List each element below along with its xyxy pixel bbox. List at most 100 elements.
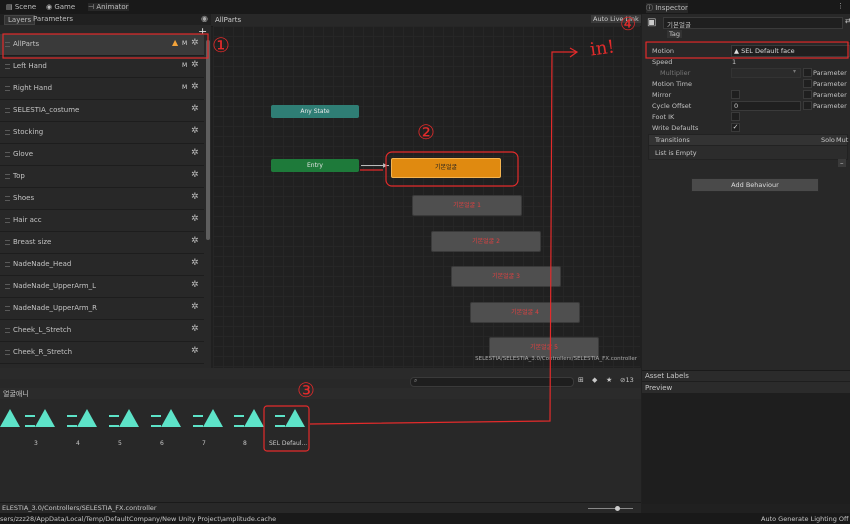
drag-handle-icon[interactable] <box>5 240 10 245</box>
multiplier-param-checkbox[interactable] <box>803 68 812 77</box>
layer-name: SELESTIA_costume <box>13 106 80 114</box>
tab-inspector[interactable]: ⓘ Inspector <box>646 3 688 13</box>
anim-clip-asset[interactable] <box>191 409 227 449</box>
state-name-value: 기본얼굴 <box>667 21 691 29</box>
gear-icon[interactable]: ✲ <box>191 170 199 180</box>
gear-icon[interactable]: ✲ <box>191 82 199 92</box>
tab-parameters[interactable]: Parameters <box>30 15 76 23</box>
layer-row[interactable]: Top ✲ <box>0 166 204 188</box>
annotation-number-1: ① <box>212 33 230 57</box>
mirror-checkbox[interactable] <box>731 90 740 99</box>
tab-scene[interactable]: ▤ Scene <box>6 3 36 11</box>
hidden-count[interactable]: ⊘13 <box>620 376 634 384</box>
drag-handle-icon[interactable] <box>5 196 10 201</box>
asset-label: 7 <box>202 440 206 447</box>
multiplier-dropdown[interactable] <box>731 68 801 78</box>
layer-row[interactable]: NadeNade_UpperArm_R ✲ <box>0 298 204 320</box>
drag-handle-icon[interactable] <box>5 328 10 333</box>
gear-icon[interactable]: ✲ <box>191 192 199 202</box>
anim-clip-asset[interactable] <box>0 409 24 449</box>
gear-icon[interactable]: ✲ <box>191 126 199 136</box>
drag-handle-icon[interactable] <box>5 218 10 223</box>
tab-animator[interactable]: ⊣ Animator <box>88 3 129 11</box>
state-node[interactable]: 기본얼굴 3 <box>451 266 561 287</box>
gear-icon[interactable]: ✲ <box>191 104 199 114</box>
anim-clip-asset[interactable] <box>232 409 268 449</box>
state-node[interactable]: 기본얼굴 1 <box>412 195 522 216</box>
layer-row[interactable]: Breast size ✲ <box>0 232 204 254</box>
label-icon[interactable]: ◆ <box>592 376 597 384</box>
default-state-node[interactable]: 기본얼굴 <box>391 158 501 178</box>
cycle-offset-param-checkbox[interactable] <box>803 101 812 110</box>
drag-handle-icon[interactable] <box>5 262 10 267</box>
anim-clip-asset[interactable] <box>23 409 59 449</box>
drag-handle-icon[interactable] <box>5 306 10 311</box>
gear-icon[interactable]: ✲ <box>191 302 199 312</box>
layers-scrollbar[interactable] <box>206 40 210 240</box>
filter-icon[interactable]: ⊞ <box>578 376 584 384</box>
gear-icon[interactable]: ✲ <box>191 236 199 246</box>
inspector-settings-icon[interactable]: ⇄ <box>845 17 850 25</box>
add-behaviour-button[interactable]: Add Behaviour <box>691 178 819 192</box>
drag-handle-icon[interactable] <box>5 284 10 289</box>
layer-row[interactable]: Stocking ✲ <box>0 122 204 144</box>
layer-row[interactable]: Left Hand M ✲ <box>0 56 204 78</box>
anim-clip-asset[interactable] <box>107 409 143 449</box>
anim-clip-asset[interactable] <box>149 409 185 449</box>
state-node[interactable]: 기본얼굴 2 <box>431 231 541 252</box>
gear-icon[interactable]: ✲ <box>191 324 199 334</box>
drag-handle-icon[interactable] <box>5 108 10 113</box>
layer-row[interactable]: Cheek_L_Stretch ✲ <box>0 320 204 342</box>
gear-icon[interactable]: ✲ <box>191 60 199 70</box>
drag-handle-icon[interactable] <box>5 86 10 91</box>
layer-row[interactable]: NadeNade_Head ✲ <box>0 254 204 276</box>
drag-handle-icon[interactable] <box>5 64 10 69</box>
zoom-slider-thumb[interactable] <box>615 506 620 511</box>
remove-transition-button[interactable]: – <box>838 159 846 167</box>
motion-time-param-checkbox[interactable] <box>803 79 812 88</box>
state-node[interactable]: 기본얼굴 5 <box>489 337 599 358</box>
gear-icon[interactable]: ✲ <box>191 280 199 290</box>
arrow-head-icon: ▶ <box>383 162 388 169</box>
drag-handle-icon[interactable] <box>5 130 10 135</box>
lighting-status[interactable]: Auto Generate Lighting Off <box>761 515 849 523</box>
layer-row[interactable]: SELESTIA_costume ✲ <box>0 100 204 122</box>
layer-row[interactable]: NadeNade_UpperArm_L ✲ <box>0 276 204 298</box>
layer-row[interactable]: Cheek_R_Stretch ✲ <box>0 342 204 364</box>
layer-row[interactable]: Shoes ✲ <box>0 188 204 210</box>
mirror-param-checkbox[interactable] <box>803 90 812 99</box>
state-name-field[interactable]: 기본얼굴 <box>663 17 843 29</box>
graph-breadcrumb[interactable]: AllParts <box>215 16 241 24</box>
entry-node[interactable]: Entry <box>271 159 359 172</box>
any-state-node[interactable]: Any State <box>271 105 359 118</box>
star-icon[interactable]: ★ <box>606 376 612 384</box>
search-input[interactable]: ⌕ <box>410 377 574 387</box>
speed-value[interactable]: 1 <box>732 58 736 66</box>
layer-row[interactable]: AllParts ▲ M ✲ <box>0 34 204 56</box>
write-defaults-checkbox[interactable]: ✓ <box>731 123 740 132</box>
state-node[interactable]: 기본얼굴 4 <box>470 302 580 323</box>
drag-handle-icon[interactable] <box>5 350 10 355</box>
gear-icon[interactable]: ✲ <box>191 38 199 48</box>
anim-clip-asset[interactable] <box>65 409 101 449</box>
gear-icon[interactable]: ✲ <box>191 346 199 356</box>
foot-ik-checkbox[interactable] <box>731 112 740 121</box>
eye-icon[interactable]: ◉ <box>201 14 208 23</box>
drag-handle-icon[interactable] <box>5 42 10 47</box>
more-menu-icon[interactable]: ⋮ <box>837 2 844 10</box>
animator-graph[interactable]: Any State Entry ▶ 기본얼굴 기본얼굴 1 기본얼굴 2 기본얼… <box>213 26 640 368</box>
layer-row[interactable]: Right Hand M ✲ <box>0 78 204 100</box>
drag-handle-icon[interactable] <box>5 152 10 157</box>
tab-game[interactable]: ◉ Game <box>46 3 75 11</box>
layer-row[interactable]: Glove ✲ <box>0 144 204 166</box>
gear-icon[interactable]: ✲ <box>191 214 199 224</box>
layer-row[interactable]: Hair acc ✲ <box>0 210 204 232</box>
drag-handle-icon[interactable] <box>5 174 10 179</box>
gear-icon[interactable]: ✲ <box>191 258 199 268</box>
gear-icon[interactable]: ✲ <box>191 148 199 158</box>
motion-field[interactable]: ▲ SEL Default face <box>731 45 850 57</box>
cycle-offset-field[interactable]: 0 <box>731 101 801 111</box>
tag-field[interactable]: Tag <box>667 30 683 38</box>
folder-name[interactable]: 얼굴애니 <box>3 389 29 399</box>
zoom-slider[interactable] <box>588 508 633 509</box>
